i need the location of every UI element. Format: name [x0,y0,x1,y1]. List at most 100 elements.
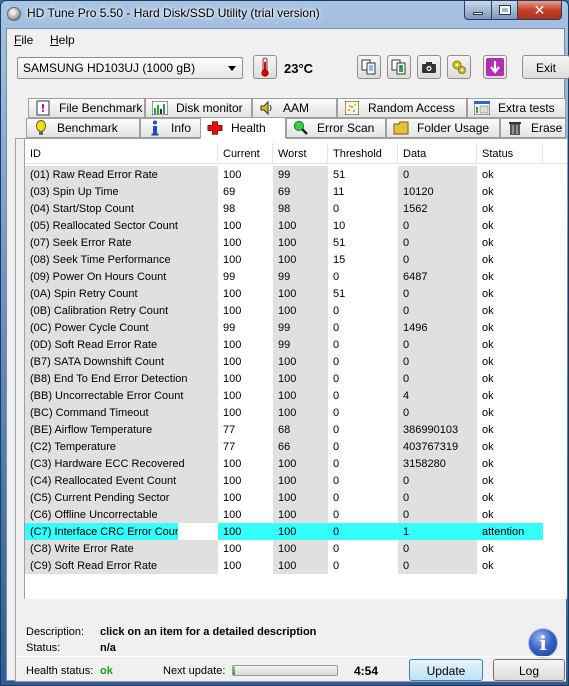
save-button[interactable] [483,55,507,79]
cell-id: (09) Power On Hours Count [25,268,218,285]
table-row[interactable]: (01) Raw Read Error Rate 100 99 51 0 ok [25,166,567,183]
cell-id: (05) Reallocated Sector Count [25,217,218,234]
cell-threshold: 0 [333,271,340,283]
tab-info[interactable]: Info [140,118,205,138]
tab-file-benchmark[interactable]: ! File Benchmark [28,98,145,118]
tab-folder-usage[interactable]: Folder Usage [386,118,500,138]
cell-threshold: 0 [333,441,340,453]
exit-button[interactable]: Exit [522,55,569,79]
log-button[interactable]: Log [493,659,565,681]
table-row[interactable]: (C8) Write Error Rate 100 100 0 0 ok [25,540,567,557]
table-row[interactable]: (B7) SATA Downshift Count 100 100 0 0 ok [25,353,567,370]
tab-label: Benchmark [57,121,118,135]
copy-screenshot-button[interactable] [387,55,411,79]
table-row[interactable]: (BC) Command Timeout 100 100 0 0 ok [25,404,567,421]
cell-worst: 100 [273,404,328,421]
options-button[interactable] [447,55,471,79]
smart-attributes-list[interactable]: ID Current Worst Threshold Data Status (… [24,139,567,599]
cell-status: ok [482,288,494,300]
column-header-worst[interactable]: Worst [273,143,328,164]
close-button[interactable]: ✕ [518,1,562,20]
table-row[interactable]: (03) Spin Up Time 69 69 11 10120 ok [25,183,567,200]
table-row[interactable]: (C9) Soft Read Error Rate 100 100 0 0 ok [25,557,567,574]
cell-threshold: 0 [333,356,340,368]
cell-data: 0 [398,472,477,489]
title-bar[interactable]: HD Tune Pro 5.50 - Hard Disk/SSD Utility… [1,1,568,27]
cell-current: 100 [223,458,242,470]
column-header-threshold[interactable]: Threshold [328,143,398,164]
table-row[interactable]: (B8) End To End Error Detection 100 100 0 0 o… [25,370,567,387]
camera-icon [422,62,436,73]
table-row[interactable]: (C7) Interface CRC Error Count 100 100 0 1 at… [25,523,567,540]
cell-id: (B8) End To End Error Detection [25,370,218,387]
cell-data: 0 [398,489,477,506]
tab-health[interactable]: Health [200,117,286,139]
table-row[interactable]: (0B) Calibration Retry Count 100 100 0 0 ok [25,302,567,319]
table-row[interactable]: (C2) Temperature 77 66 0 403767319 ok [25,438,567,455]
table-row[interactable]: (0A) Spin Retry Count 100 100 51 0 ok [25,285,567,302]
cell-worst: 100 [273,302,328,319]
cell-current: 100 [218,523,273,540]
table-row[interactable]: (BE) Airflow Temperature 77 68 0 386990103 ok [25,421,567,438]
column-header-id[interactable]: ID [25,143,218,164]
cell-data: 0 [398,540,477,557]
cell-threshold: 0 [328,523,398,540]
table-row[interactable]: (07) Seek Error Rate 100 100 51 0 ok [25,234,567,251]
tab-label: Extra tests [498,101,555,115]
table-row[interactable]: (C5) Current Pending Sector 100 100 0 0 ok [25,489,567,506]
cell-id: (04) Start/Stop Count [25,200,218,217]
cell-threshold: 0 [333,475,340,487]
cell-worst: 69 [273,183,328,200]
divider [16,656,566,657]
column-header-current[interactable]: Current [218,143,273,164]
table-row[interactable]: (C3) Hardware ECC Recovered 100 100 0 315828… [25,455,567,472]
column-header-status[interactable]: Status [477,143,543,164]
tab-aam[interactable]: AAM [252,98,337,118]
copy-text-button[interactable] [357,55,381,79]
cell-current: 100 [223,220,242,232]
cell-current: 100 [223,407,242,419]
cell-id: (C6) Offline Uncorrectable [25,506,218,523]
column-header-data[interactable]: Data [398,143,477,164]
cell-data: 3158280 [398,455,477,472]
tab-random-access[interactable]: Random Access [337,98,467,118]
cell-data: 386990103 [398,421,477,438]
tab-erase[interactable]: Erase [500,118,566,138]
menu-help[interactable]: Help [50,33,75,47]
cell-data: 0 [398,370,477,387]
table-row[interactable]: (C6) Offline Uncorrectable 100 100 0 0 ok [25,506,567,523]
tab-error-scan[interactable]: Error Scan [286,118,386,138]
minimize-button[interactable] [464,1,492,20]
cell-threshold: 15 [333,254,346,266]
cell-current: 100 [223,254,242,266]
tab-benchmark[interactable]: Benchmark [26,118,140,138]
tab-disk-monitor[interactable]: Disk monitor [145,98,252,118]
progress-fill [233,666,236,675]
file-benchmark-icon: ! [35,100,51,116]
info-circle-icon: i [528,628,558,658]
cell-status: ok [482,373,494,385]
table-row[interactable]: (04) Start/Stop Count 98 98 0 1562 ok [25,200,567,217]
copy-image-icon [391,59,406,75]
update-button[interactable]: Update [409,659,483,681]
table-row[interactable]: (BB) Uncorrectable Error Count 100 100 0 4 ok [25,387,567,404]
menu-file[interactable]: File [14,33,33,47]
tab-label: Random Access [368,101,455,115]
table-row[interactable]: (0C) Power Cycle Count 99 99 0 1496 ok [25,319,567,336]
tab-extra-tests[interactable]: Extra tests [467,98,566,118]
cell-current: 100 [223,237,242,249]
table-row[interactable]: (05) Reallocated Sector Count 100 100 10 0 ok [25,217,567,234]
cell-current: 98 [223,203,236,215]
drive-select[interactable]: SAMSUNG HD103UJ (1000 gB) [17,57,243,79]
table-row[interactable]: (08) Seek Time Performance 100 100 15 0 ok [25,251,567,268]
table-row[interactable]: (0D) Soft Read Error Rate 100 99 0 0 ok [25,336,567,353]
cell-data: 0 [398,336,477,353]
cell-data: 1562 [398,200,477,217]
maximize-button[interactable] [492,1,518,20]
table-row[interactable]: (C4) Reallocated Event Count 100 100 0 0 ok [25,472,567,489]
cell-data: 0 [398,251,477,268]
temperature-button[interactable] [253,55,277,79]
screenshot-button[interactable] [417,55,441,79]
cell-worst: 100 [273,387,328,404]
table-row[interactable]: (09) Power On Hours Count 99 99 0 6487 ok [25,268,567,285]
